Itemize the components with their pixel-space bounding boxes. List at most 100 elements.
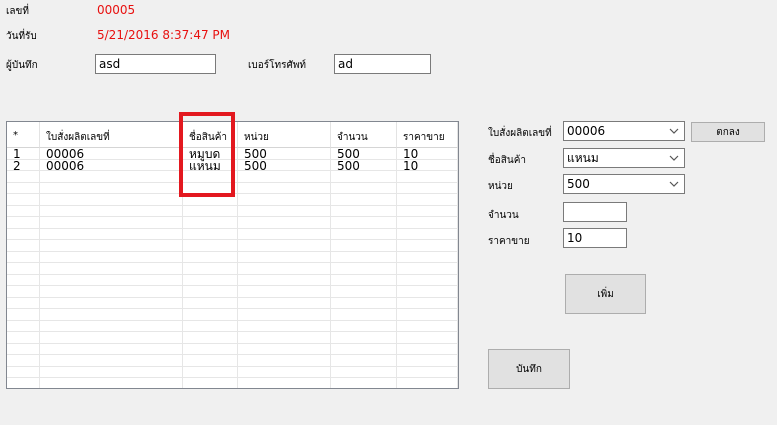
table-cell[interactable]: [7, 378, 40, 388]
table-cell[interactable]: [183, 205, 238, 217]
empty-row[interactable]: [7, 355, 458, 367]
table-cell[interactable]: [238, 286, 331, 298]
save-button[interactable]: บันทึก: [488, 349, 570, 389]
table-cell[interactable]: [183, 263, 238, 275]
table-cell[interactable]: [238, 378, 331, 388]
empty-row[interactable]: [7, 228, 458, 240]
table-cell[interactable]: [7, 263, 40, 275]
table-cell[interactable]: [397, 332, 458, 344]
table-cell[interactable]: [40, 194, 183, 206]
table-cell[interactable]: [238, 366, 331, 378]
qty-input[interactable]: [563, 202, 627, 222]
table-cell[interactable]: [40, 182, 183, 194]
product-combo[interactable]: แหนม: [563, 148, 685, 168]
table-cell[interactable]: [40, 286, 183, 298]
table-cell[interactable]: [331, 240, 397, 252]
grid-header-price[interactable]: ราคาขาย: [397, 122, 458, 148]
table-cell[interactable]: [183, 274, 238, 286]
table-cell[interactable]: [331, 366, 397, 378]
table-cell[interactable]: [40, 297, 183, 309]
table-cell[interactable]: [331, 286, 397, 298]
table-cell[interactable]: [40, 320, 183, 332]
empty-row[interactable]: [7, 217, 458, 229]
table-cell[interactable]: [40, 263, 183, 275]
table-cell[interactable]: [183, 228, 238, 240]
empty-row[interactable]: [7, 332, 458, 344]
table-cell[interactable]: [7, 228, 40, 240]
table-cell[interactable]: [40, 228, 183, 240]
table-cell[interactable]: [183, 366, 238, 378]
table-cell[interactable]: [40, 355, 183, 367]
table-cell[interactable]: [238, 251, 331, 263]
table-cell[interactable]: [331, 355, 397, 367]
price-input[interactable]: 10: [563, 228, 627, 248]
table-cell[interactable]: [7, 309, 40, 321]
table-cell[interactable]: [397, 366, 458, 378]
table-cell[interactable]: [331, 171, 397, 183]
table-cell[interactable]: [183, 378, 238, 388]
table-cell[interactable]: [238, 228, 331, 240]
table-cell[interactable]: [7, 355, 40, 367]
table-cell[interactable]: [40, 205, 183, 217]
table-cell[interactable]: 1: [7, 148, 40, 160]
table-cell[interactable]: [397, 205, 458, 217]
empty-row[interactable]: [7, 286, 458, 298]
table-cell[interactable]: [7, 205, 40, 217]
table-cell[interactable]: [397, 343, 458, 355]
table-cell[interactable]: [397, 194, 458, 206]
table-cell[interactable]: [183, 343, 238, 355]
table-cell[interactable]: [238, 343, 331, 355]
table-cell[interactable]: [40, 378, 183, 388]
table-cell[interactable]: [397, 251, 458, 263]
add-button[interactable]: เพิ่ม: [565, 274, 646, 314]
table-cell[interactable]: [7, 194, 40, 206]
grid-header-qty[interactable]: จำนวน: [331, 122, 397, 148]
table-cell[interactable]: [238, 263, 331, 275]
table-cell[interactable]: [331, 332, 397, 344]
table-cell[interactable]: [7, 171, 40, 183]
table-cell[interactable]: [238, 332, 331, 344]
table-cell[interactable]: [40, 240, 183, 252]
grid-header-unit[interactable]: หน่วย: [238, 122, 331, 148]
empty-row[interactable]: [7, 240, 458, 252]
table-cell[interactable]: [397, 286, 458, 298]
table-cell[interactable]: [183, 251, 238, 263]
table-cell[interactable]: [40, 366, 183, 378]
table-cell[interactable]: [7, 217, 40, 229]
table-cell[interactable]: [7, 297, 40, 309]
table-cell[interactable]: [238, 182, 331, 194]
empty-row[interactable]: [7, 366, 458, 378]
empty-row[interactable]: [7, 309, 458, 321]
table-cell[interactable]: [397, 263, 458, 275]
table-cell[interactable]: [40, 251, 183, 263]
table-cell[interactable]: [40, 171, 183, 183]
table-cell[interactable]: 00006: [40, 148, 183, 160]
table-cell[interactable]: [40, 309, 183, 321]
table-cell[interactable]: 500: [331, 159, 397, 172]
table-cell[interactable]: [7, 182, 40, 194]
table-cell[interactable]: [238, 205, 331, 217]
table-cell[interactable]: 500: [331, 148, 397, 160]
table-cell[interactable]: [40, 274, 183, 286]
table-cell[interactable]: [238, 355, 331, 367]
table-cell[interactable]: [238, 320, 331, 332]
table-cell[interactable]: [397, 355, 458, 367]
table-cell[interactable]: [183, 355, 238, 367]
table-cell[interactable]: [183, 320, 238, 332]
empty-row[interactable]: [7, 205, 458, 217]
table-cell[interactable]: [331, 274, 397, 286]
table-cell[interactable]: [397, 309, 458, 321]
table-cell[interactable]: [397, 297, 458, 309]
table-cell[interactable]: [183, 332, 238, 344]
table-cell[interactable]: [397, 274, 458, 286]
table-cell[interactable]: [331, 309, 397, 321]
table-cell[interactable]: 500: [238, 148, 331, 160]
table-cell[interactable]: [7, 240, 40, 252]
table-cell[interactable]: [331, 251, 397, 263]
table-cell[interactable]: [40, 343, 183, 355]
table-cell[interactable]: [331, 263, 397, 275]
table-cell[interactable]: [238, 240, 331, 252]
table-cell[interactable]: [238, 217, 331, 229]
table-cell[interactable]: [397, 240, 458, 252]
table-cell[interactable]: [331, 182, 397, 194]
